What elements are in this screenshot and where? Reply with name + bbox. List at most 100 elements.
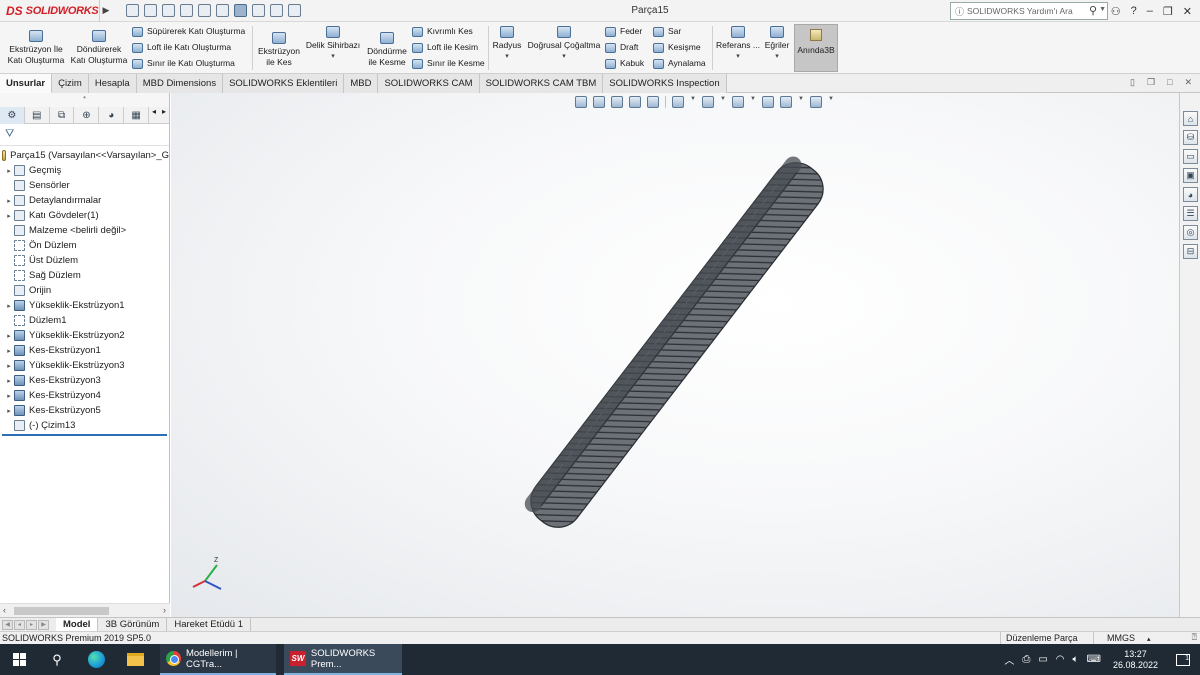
panel-grip-icon[interactable]: • — [0, 93, 169, 107]
maximize-window-icon[interactable]: □ — [1167, 77, 1172, 88]
display-icon[interactable]: ⎙ — [1022, 654, 1030, 665]
print-icon[interactable] — [198, 4, 211, 17]
expand-arrow-icon[interactable]: ▸ — [4, 362, 14, 370]
tree-item[interactable]: ▸ Yükseklik-Ekstrüzyon3 — [0, 358, 169, 373]
quick-tips-icon[interactable]: ⍰ — [1192, 632, 1197, 643]
tab-solidworks-inspection[interactable]: SOLIDWORKS Inspection — [603, 74, 727, 93]
open-folder-icon[interactable] — [162, 4, 175, 17]
extruded-cut-button[interactable]: Ekstrüzyon ile Kes — [256, 32, 302, 68]
scroll-left-icon[interactable]: ‹ — [3, 605, 6, 615]
options-gear-icon[interactable] — [288, 4, 301, 17]
custom-properties-icon[interactable]: ☰ — [1183, 206, 1198, 221]
property-manager-tab-icon[interactable]: ▤ — [25, 107, 50, 124]
graphics-area[interactable]: ▼ ▼ ▼ ▼ ▼ Z — [171, 93, 1179, 617]
swept-cut-button[interactable]: Kıvrımlı Kes — [412, 26, 473, 37]
tree-item[interactable]: ▸ Katı Gövdeler(1) — [0, 208, 169, 223]
tab-hesapla[interactable]: Hesapla — [88, 74, 137, 93]
design-library-icon[interactable]: ⛁ — [1183, 130, 1198, 145]
tree-item[interactable]: ▸ Yükseklik-Ekstrüzyon2 — [0, 328, 169, 343]
instant3d-button[interactable]: Anında3B — [794, 24, 838, 72]
rib-button[interactable]: Feder — [605, 26, 642, 37]
dimxpert-manager-tab-icon[interactable]: ⊕ — [74, 107, 100, 124]
taskbar-search-icon[interactable]: ⚲ — [46, 644, 68, 675]
tree-item[interactable]: Orijin — [0, 283, 169, 298]
edge-browser-icon[interactable] — [84, 644, 108, 675]
tree-item[interactable]: Üst Düzlem — [0, 253, 169, 268]
filter-icon[interactable]: ⛛ — [0, 124, 169, 146]
configuration-manager-tab-icon[interactable]: ⧉ — [50, 107, 75, 124]
expand-arrow-icon[interactable]: ▸ — [4, 212, 14, 220]
chevron-down-icon[interactable]: ▾ — [490, 51, 524, 62]
tree-root-part[interactable]: Parça15 (Varsayılan<<Varsayılan>_G — [0, 148, 169, 163]
curves-button[interactable]: Eğriler ▾ — [762, 26, 792, 62]
help-icon[interactable]: ? — [1131, 5, 1137, 17]
horizontal-scrollbar[interactable]: ‹ › — [0, 603, 170, 617]
mirror-button[interactable]: Aynalama — [653, 58, 706, 69]
windows-start-icon[interactable] — [8, 644, 30, 675]
last-tab-icon[interactable]: ▶ — [38, 619, 49, 630]
keyboard-icon[interactable]: ⌨ — [1087, 654, 1101, 665]
minimize-button[interactable]: – — [1147, 5, 1153, 17]
model-tab[interactable]: 3B Görünüm — [98, 617, 168, 632]
chevron-down-icon[interactable]: ▼ — [1099, 6, 1106, 13]
notification-center-icon[interactable]: 1 — [1176, 653, 1190, 666]
expand-arrow-icon[interactable]: ▸ — [4, 347, 14, 355]
model-tab[interactable]: Model — [56, 617, 99, 632]
lofted-boss-button[interactable]: Loft ile Katı Oluşturma — [132, 42, 231, 53]
tree-item[interactable]: ▸ Kes-Ekstrüzyon5 — [0, 403, 169, 418]
tree-item[interactable]: ▸ Kes-Ekstrüzyon3 — [0, 373, 169, 388]
tab-mbd-dimensions[interactable]: MBD Dimensions — [136, 74, 224, 93]
tab-unsurlar[interactable]: Unsurlar — [0, 74, 53, 93]
tab-solidworks-cam[interactable]: SOLIDWORKS CAM — [378, 74, 480, 93]
user-icon[interactable]: ⚇ — [1111, 5, 1121, 18]
linear-pattern-button[interactable]: Doğrusal Çoğaltma ▾ — [526, 26, 602, 62]
model-tab[interactable]: Hareket Etüdü 1 — [167, 617, 251, 632]
solidworks-taskbar-button[interactable]: SW SOLIDWORKS Prem... — [284, 644, 402, 675]
undo-icon[interactable] — [216, 4, 229, 17]
hole-wizard-button[interactable]: Delik Sihirbazı ▾ — [304, 26, 362, 62]
file-explorer-taskbar-icon[interactable] — [123, 644, 147, 675]
revolved-cut-button[interactable]: Döndürme ile Kesme — [364, 32, 410, 68]
rebuild-icon[interactable] — [252, 4, 265, 17]
tree-item[interactable]: Ön Düzlem — [0, 238, 169, 253]
shell-button[interactable]: Kabuk — [605, 58, 644, 69]
lofted-cut-button[interactable]: Loft ile Kesim — [412, 42, 478, 53]
reference-geometry-button[interactable]: Referans ... ▾ — [715, 26, 761, 62]
tab-solidworks-cam-tbm[interactable]: SOLIDWORKS CAM TBM — [479, 74, 604, 93]
menu-expand-icon[interactable]: ▶ — [100, 5, 112, 16]
fillet-button[interactable]: Radyus ▾ — [490, 26, 524, 62]
chevron-down-icon[interactable]: ▾ — [526, 51, 602, 62]
tree-item[interactable]: ▸ Kes-Ekstrüzyon1 — [0, 343, 169, 358]
tab-mbd[interactable]: MBD — [344, 74, 379, 93]
chevron-down-icon[interactable]: ▾ — [762, 51, 792, 62]
tile-window-icon[interactable]: ▯ — [1130, 77, 1135, 88]
previous-tab-icon[interactable]: ◂ — [14, 619, 25, 630]
feature-manager-tab-icon[interactable]: ⚙ — [0, 107, 25, 124]
revolve-boss-button[interactable]: Döndürerek Katı Oluşturma — [70, 30, 128, 66]
chevron-left-icon[interactable]: ◂ — [149, 107, 159, 123]
expand-arrow-icon[interactable]: ▸ — [4, 377, 14, 385]
help-search-input[interactable]: ⓘ SOLIDWORKS Yardım'ı Ara ⚲ ▼ — [950, 2, 1108, 20]
rollback-bar[interactable] — [2, 434, 167, 436]
draft-button[interactable]: Draft — [605, 42, 638, 53]
close-button[interactable]: ✕ — [1183, 5, 1192, 18]
extrude-boss-button[interactable]: Ekstrüzyon İle Katı Oluşturma — [6, 30, 66, 66]
boundary-cut-button[interactable]: Sınır ile Kesme — [412, 58, 485, 69]
battery-icon[interactable]: ▭ — [1038, 654, 1047, 665]
forum-icon[interactable]: ◎ — [1183, 225, 1198, 240]
tab-çizim[interactable]: Çizim — [52, 74, 89, 93]
tree-item[interactable]: ▸ Geçmiş — [0, 163, 169, 178]
tree-item[interactable]: Sağ Düzlem — [0, 268, 169, 283]
file-explorer-icon[interactable]: ▭ — [1183, 149, 1198, 164]
expand-arrow-icon[interactable]: ▸ — [4, 167, 14, 175]
boundary-boss-button[interactable]: Sınır ile Katı Oluşturma — [132, 58, 235, 69]
view-palette-icon[interactable]: ▣ — [1183, 168, 1198, 183]
tree-item[interactable]: ▸ Yükseklik-Ekstrüzyon1 — [0, 298, 169, 313]
home-icon[interactable] — [126, 4, 139, 17]
next-tab-icon[interactable]: ▸ — [26, 619, 37, 630]
expand-arrow-icon[interactable]: ▸ — [4, 197, 14, 205]
expand-arrow-icon[interactable]: ▸ — [4, 302, 14, 310]
chevron-down-icon[interactable]: ▾ — [304, 51, 362, 62]
chevron-right-icon[interactable]: ▸ — [159, 107, 169, 123]
tab-solidworks-eklentileri[interactable]: SOLIDWORKS Eklentileri — [223, 74, 345, 93]
